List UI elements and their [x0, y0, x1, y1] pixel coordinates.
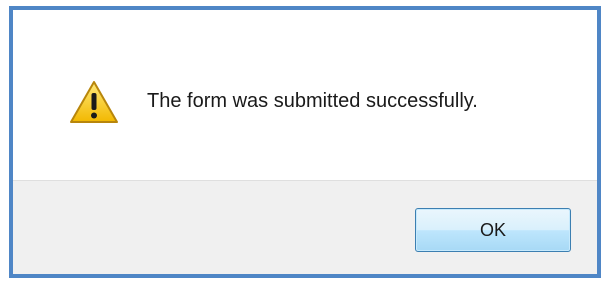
- screenshot-canvas: The form was submitted successfully. OK: [0, 0, 610, 285]
- dialog-message: The form was submitted successfully.: [147, 90, 478, 112]
- message-dialog: The form was submitted successfully. OK: [9, 6, 601, 278]
- button-area: OK: [13, 180, 597, 274]
- warning-icon: [69, 80, 119, 124]
- ok-button[interactable]: OK: [415, 208, 571, 252]
- message-area: The form was submitted successfully.: [13, 10, 597, 180]
